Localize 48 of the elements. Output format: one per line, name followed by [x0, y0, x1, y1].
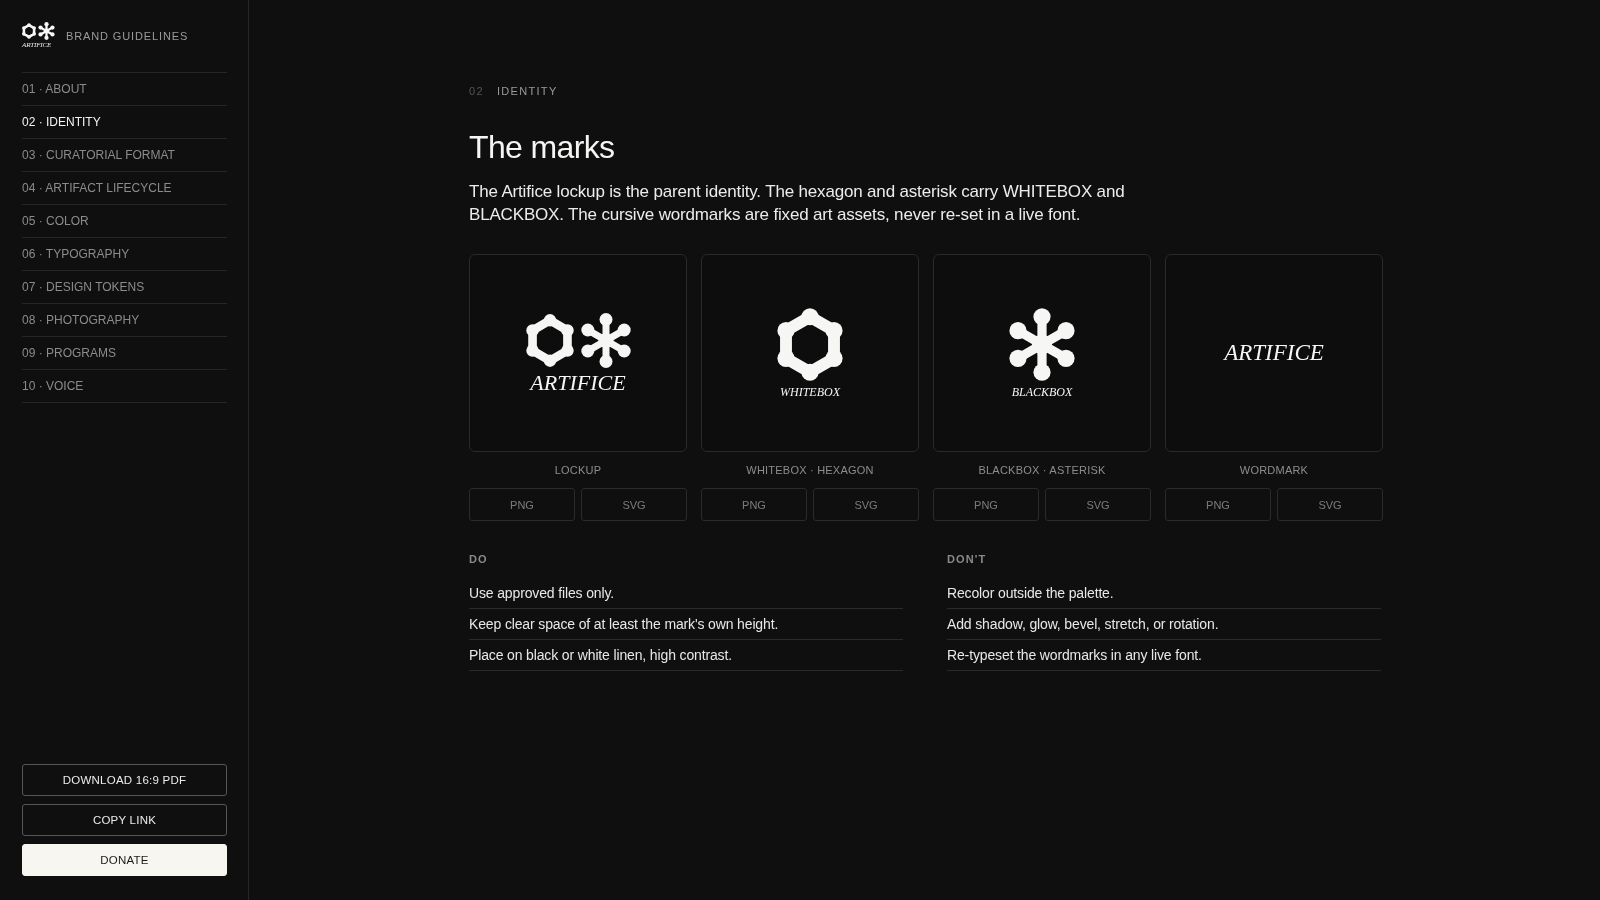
- mark-label: WORDMARK: [1238, 463, 1310, 477]
- format-button[interactable]: PNG: [933, 488, 1039, 521]
- nav-link[interactable]: 05 · COLOR: [22, 205, 227, 238]
- nav-link[interactable]: 02 · IDENTITY: [22, 106, 227, 139]
- list-heading: DON'T: [947, 553, 988, 566]
- nav-link[interactable]: 04 · ARTIFACT LIFECYCLE: [22, 172, 227, 205]
- rule-text: Keep clear space of at least the mark's own height.: [469, 609, 903, 640]
- format-button[interactable]: SVG: [581, 488, 687, 521]
- format-button[interactable]: SVG: [813, 488, 919, 521]
- hexagon-icon: [777, 308, 843, 381]
- format-button[interactable]: SVG: [1277, 488, 1383, 521]
- mark-label: BLACKBOX · ASTERISK: [977, 463, 1107, 477]
- nav-link[interactable]: 01 · ABOUT: [22, 73, 227, 106]
- asterisk-icon: [38, 22, 55, 40]
- section-number: 02: [469, 85, 484, 98]
- action-button[interactable]: COPY LINK: [22, 804, 227, 836]
- hexagon-icon: [22, 23, 36, 39]
- mark-label: LOCKUP: [553, 463, 603, 477]
- wordmark-text: ARTIFICE: [1224, 341, 1324, 365]
- action-button[interactable]: DOWNLOAD 16:9 PDF: [22, 764, 227, 796]
- nav-link[interactable]: 03 · CURATORIAL FORMAT: [22, 139, 227, 172]
- page-title: The marks: [469, 128, 616, 166]
- nav-link[interactable]: 07 · DESIGN TOKENS: [22, 271, 227, 304]
- mark-label: WHITEBOX · HEXAGON: [745, 463, 875, 477]
- wordmark-text: WHITEBOX: [780, 386, 840, 398]
- rule-text: Use approved files only.: [469, 578, 903, 609]
- rule-text: Re-typeset the wordmarks in any live font.: [947, 640, 1381, 671]
- section-name: IDENTITY: [496, 85, 558, 98]
- rule-text: Add shadow, glow, bevel, stretch, or rotation.: [947, 609, 1381, 640]
- format-button[interactable]: PNG: [701, 488, 807, 521]
- asterisk-icon: [580, 312, 631, 368]
- wordmark-text: BLACKBOX: [1011, 386, 1073, 398]
- format-button[interactable]: PNG: [469, 488, 575, 521]
- nav-link[interactable]: 10 · VOICE: [22, 370, 227, 403]
- format-button[interactable]: SVG: [1045, 488, 1151, 521]
- donate-button[interactable]: DONATE: [22, 844, 227, 876]
- asterisk-icon: [1009, 308, 1075, 381]
- wordmark-text: ARTIFICE: [530, 371, 626, 394]
- rule-text: Place on black or white linen, high contrast.: [469, 640, 903, 671]
- nav-link[interactable]: 08 · PHOTOGRAPHY: [22, 304, 227, 337]
- intro-text: The Artifice lockup is the parent identity. The hexagon and asterisk carry WHITEBOX and BLACKBOX. The cursive wordmarks are fixed art assets, never re-set in a live font.: [469, 181, 1126, 226]
- format-button[interactable]: PNG: [1165, 488, 1271, 521]
- nav-link[interactable]: 06 · TYPOGRAPHY: [22, 238, 227, 271]
- brand-title: BRAND GUIDELINES: [66, 29, 189, 42]
- hexagon-icon: [525, 313, 574, 367]
- rule-text: Recolor outside the palette.: [947, 578, 1381, 609]
- nav-link[interactable]: 09 · PROGRAMS: [22, 337, 227, 370]
- list-heading: DO: [469, 553, 489, 566]
